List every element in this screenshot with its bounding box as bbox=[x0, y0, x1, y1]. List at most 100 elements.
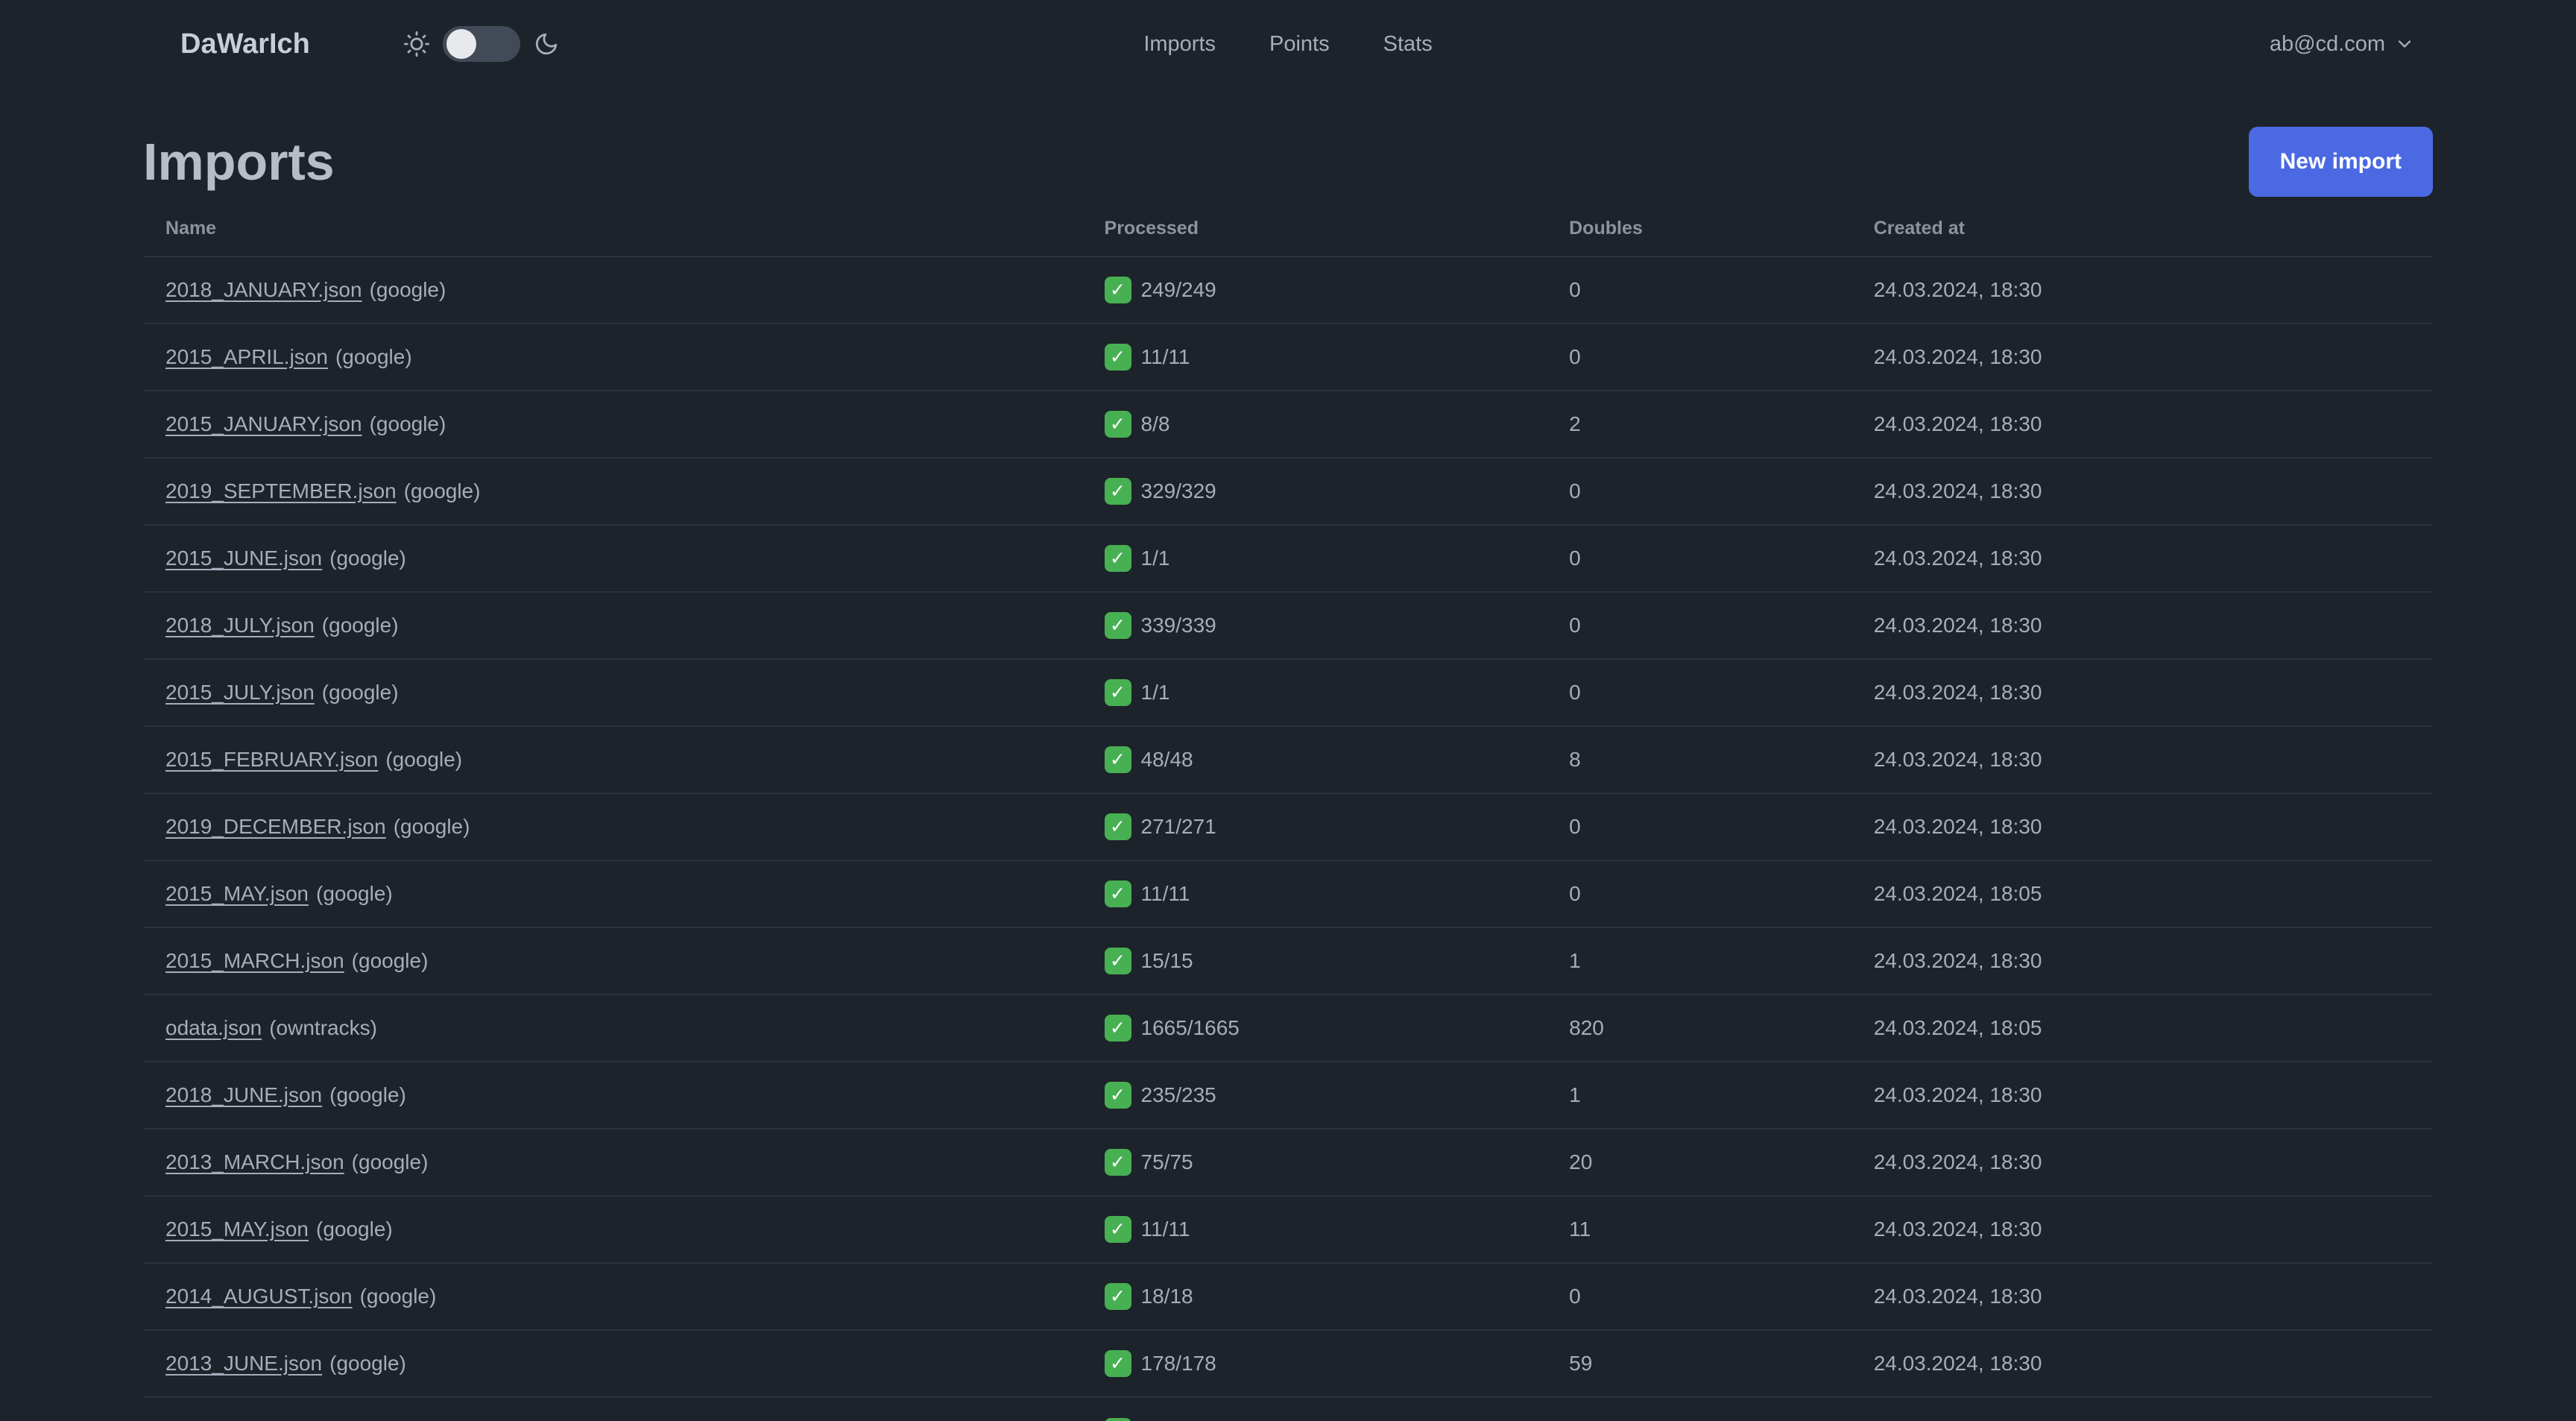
created-at-cell: 24.03.2024, 18:30 bbox=[1851, 1262, 2433, 1330]
nav-link-stats[interactable]: Stats bbox=[1380, 25, 1436, 64]
import-source: (google) bbox=[359, 1285, 437, 1308]
doubles-cell: 8 bbox=[1547, 725, 1852, 793]
processed-count: 48/48 bbox=[1140, 748, 1193, 771]
import-file-link[interactable]: 2013_JUNE.json bbox=[165, 1352, 322, 1376]
import-file-link[interactable]: 2014_AUGUST.json bbox=[165, 1285, 353, 1308]
import-file-link[interactable]: 2018_JULY.json bbox=[165, 614, 315, 637]
table-row: 2015_MAY.json (google) ✓ 11/11 0 24.03.2… bbox=[143, 860, 2433, 927]
doubles-cell: 1 bbox=[1547, 1061, 1852, 1129]
column-header-created-at: Created at bbox=[1873, 218, 1965, 239]
import-name-cell: 2013_MARCH.json (google) bbox=[143, 1128, 1082, 1196]
import-file-link[interactable]: 2015_MAY.json bbox=[165, 882, 309, 906]
processed-cell: ✓ 329/329 bbox=[1082, 457, 1547, 525]
import-source: (google) bbox=[369, 278, 446, 301]
created-at-cell: 24.03.2024, 18:05 bbox=[1851, 860, 2433, 927]
import-name-cell: 2013_JUNE.json (google) bbox=[143, 1329, 1082, 1397]
column-header-processed: Processed bbox=[1104, 218, 1199, 239]
table-row: 2019_SEPTEMBER.json (google) ✓ 329/329 0… bbox=[143, 457, 2433, 525]
table-row: 2014_AUGUST.json (google) ✓ 18/18 0 24.0… bbox=[143, 1262, 2433, 1330]
import-file-link[interactable]: 2015_JANUARY.json bbox=[165, 412, 362, 436]
import-source: (owntracks) bbox=[269, 1016, 377, 1039]
app-logo[interactable]: DaWarIch bbox=[161, 21, 329, 68]
processed-count: 1/1 bbox=[1140, 546, 1170, 570]
check-icon: ✓ bbox=[1104, 880, 1131, 907]
doubles-cell: 0 bbox=[1547, 658, 1852, 726]
import-name-cell: 2015_FEBRUARY.json (google) bbox=[143, 725, 1082, 793]
check-icon: ✓ bbox=[1104, 948, 1131, 974]
processed-cell: ✓ 271/271 bbox=[1082, 793, 1547, 860]
processed-count: 1/1 bbox=[1140, 681, 1170, 704]
import-source: (google) bbox=[351, 1150, 429, 1173]
check-icon: ✓ bbox=[1104, 1082, 1131, 1109]
table-row: 2018_JANUARY.json (google) ✓ 249/249 0 2… bbox=[143, 256, 2433, 324]
theme-toggle-switch[interactable] bbox=[442, 26, 520, 62]
processed-cell: ✓ 235/235 bbox=[1082, 1061, 1547, 1129]
import-source: (google) bbox=[369, 412, 446, 435]
doubles-cell: 11 bbox=[1547, 1195, 1852, 1263]
doubles-cell: 0 bbox=[1547, 323, 1852, 391]
import-file-link[interactable]: 2015_JUNE.json bbox=[165, 546, 322, 570]
table-row: 2019_DECEMBER.json (google) ✓ 271/271 0 … bbox=[143, 793, 2433, 860]
processed-cell: ✓ 339/339 bbox=[1082, 591, 1547, 659]
created-at-cell: 24.03.2024, 18:30 bbox=[1851, 1061, 2433, 1129]
import-file-link[interactable]: 2015_APRIL.json bbox=[165, 345, 328, 369]
nav-link-points[interactable]: Points bbox=[1266, 25, 1333, 64]
table-row: 2015_MAY.json (google) ✓ 11/11 11 24.03.… bbox=[143, 1195, 2433, 1263]
processed-cell: ✓ 1/1 bbox=[1082, 524, 1547, 592]
import-file-link[interactable]: 2019_DECEMBER.json bbox=[165, 815, 386, 839]
check-icon: ✓ bbox=[1104, 344, 1131, 371]
import-name-cell: 2015_APRIL.json (google) bbox=[143, 323, 1082, 391]
check-icon: ✓ bbox=[1104, 1149, 1131, 1176]
table-row: 2015_APRIL.json (google) ✓ 11/11 0 24.03… bbox=[143, 323, 2433, 391]
imports-table-head: Name Processed Doubles Created at bbox=[143, 204, 2433, 256]
created-at-cell: 24.03.2024, 18:30 bbox=[1851, 793, 2433, 860]
doubles-cell: 0 bbox=[1547, 793, 1852, 860]
created-at-cell: 24.03.2024, 18:30 bbox=[1851, 1128, 2433, 1196]
import-source: (google) bbox=[329, 546, 406, 570]
table-row: odata.json (owntracks) ✓ 1665/1665 820 2… bbox=[143, 994, 2433, 1062]
created-at-cell bbox=[1851, 1396, 2433, 1421]
import-name-cell: 2015_JULY.json (google) bbox=[143, 658, 1082, 726]
import-name-cell: 2018_JUNE.json (google) bbox=[143, 1061, 1082, 1129]
check-icon: ✓ bbox=[1104, 612, 1131, 639]
new-import-button[interactable]: New import bbox=[2248, 127, 2433, 197]
doubles-cell: 0 bbox=[1547, 860, 1852, 927]
table-row: 2015_JANUARY.json (google) ✓ 8/8 2 24.03… bbox=[143, 390, 2433, 458]
created-at-cell: 24.03.2024, 18:30 bbox=[1851, 390, 2433, 458]
processed-cell: ✓ 1/1 bbox=[1082, 658, 1547, 726]
check-icon: ✓ bbox=[1104, 746, 1131, 773]
page-header: Imports New import bbox=[143, 127, 2433, 197]
nav-link-imports[interactable]: Imports bbox=[1140, 25, 1219, 64]
doubles-cell: 1 bbox=[1547, 927, 1852, 995]
created-at-cell: 24.03.2024, 18:30 bbox=[1851, 658, 2433, 726]
doubles-cell: 0 bbox=[1547, 524, 1852, 592]
import-file-link[interactable]: odata.json bbox=[165, 1016, 262, 1040]
check-icon: ✓ bbox=[1104, 1417, 1131, 1421]
processed-cell: ✓ 249/249 bbox=[1082, 256, 1547, 324]
account-menu[interactable]: ab@cd.com bbox=[2270, 32, 2415, 57]
import-file-link[interactable]: 2018_JANUARY.json bbox=[165, 278, 362, 302]
created-at-cell: 24.03.2024, 18:05 bbox=[1851, 994, 2433, 1062]
import-name-cell: 2015_MAY.json (google) bbox=[143, 860, 1082, 927]
table-row: ✓ bbox=[143, 1396, 2433, 1421]
doubles-cell: 59 bbox=[1547, 1329, 1852, 1397]
import-file-link[interactable]: 2015_JULY.json bbox=[165, 681, 315, 705]
processed-cell: ✓ 11/11 bbox=[1082, 323, 1547, 391]
doubles-cell: 20 bbox=[1547, 1128, 1852, 1196]
check-icon: ✓ bbox=[1104, 1216, 1131, 1243]
import-file-link[interactable]: 2015_MARCH.json bbox=[165, 949, 344, 973]
chevron-down-icon bbox=[2394, 34, 2415, 54]
doubles-cell: 820 bbox=[1547, 994, 1852, 1062]
processed-count: 18/18 bbox=[1140, 1285, 1193, 1308]
import-file-link[interactable]: 2015_MAY.json bbox=[165, 1217, 309, 1241]
processed-cell: ✓ 11/11 bbox=[1082, 1195, 1547, 1263]
theme-toggle[interactable] bbox=[403, 26, 559, 62]
import-file-link[interactable]: 2019_SEPTEMBER.json bbox=[165, 479, 397, 503]
created-at-cell: 24.03.2024, 18:30 bbox=[1851, 1195, 2433, 1263]
import-file-link[interactable]: 2013_MARCH.json bbox=[165, 1150, 344, 1174]
import-file-link[interactable]: 2015_FEBRUARY.json bbox=[165, 748, 378, 772]
import-name-cell: 2018_JULY.json (google) bbox=[143, 591, 1082, 659]
doubles-cell: 0 bbox=[1547, 256, 1852, 324]
import-source: (google) bbox=[335, 345, 412, 368]
import-file-link[interactable]: 2018_JUNE.json bbox=[165, 1083, 322, 1107]
